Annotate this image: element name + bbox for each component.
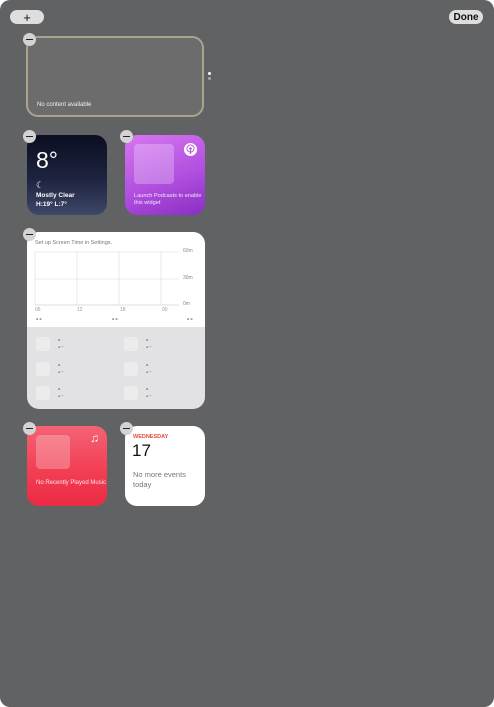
weather-widget[interactable]: 8° ☾ Mostly Clear H:19° L:7° — [27, 135, 107, 215]
app-usage-subtext — [146, 346, 152, 347]
x-tick-label: 18 — [120, 307, 126, 313]
placeholder-widget[interactable]: No content available — [26, 36, 204, 117]
app-usage-subtext — [146, 371, 152, 372]
add-widget-button[interactable]: + — [10, 10, 44, 25]
remove-weather-widget-button[interactable] — [23, 130, 36, 143]
calendar-widget[interactable]: WEDNESDAY 17 No more events today — [125, 426, 205, 506]
app-icon-placeholder — [36, 337, 50, 351]
calendar-message: No more events today — [133, 470, 186, 489]
podcasts-message: Launch Podcasts to enable this widget — [134, 193, 202, 206]
remove-calendar-widget-button[interactable] — [120, 422, 133, 435]
x-tick-label: 06 — [35, 307, 41, 313]
placeholder-widget-text: No content available — [37, 102, 92, 108]
app-usage-value: -- — [58, 362, 61, 376]
music-message: No Recently Played Music — [36, 480, 107, 486]
remove-placeholder-widget-button[interactable] — [23, 33, 36, 46]
x-tick-label: 00 — [162, 307, 168, 313]
done-button[interactable]: Done — [449, 10, 483, 24]
app-usage-value: -- — [58, 386, 61, 400]
x-tick-label: 12 — [77, 307, 83, 313]
remove-podcasts-widget-button[interactable] — [120, 130, 133, 143]
y-tick-label: 30m — [183, 275, 193, 281]
y-tick-label: 0m — [183, 301, 190, 307]
summary-value: -- — [112, 316, 119, 323]
moon-icon: ☾ — [36, 180, 45, 190]
album-artwork-placeholder — [36, 435, 70, 469]
app-usage-value: -- — [58, 337, 61, 351]
app-icon-placeholder — [124, 386, 138, 400]
podcast-artwork-placeholder — [134, 144, 174, 184]
remove-music-widget-button[interactable] — [23, 422, 36, 435]
page-dot — [208, 77, 211, 80]
summary-value: -- — [187, 316, 194, 323]
weather-temperature: 8° — [36, 147, 58, 173]
calendar-weekday: WEDNESDAY — [133, 434, 169, 440]
app-usage-subtext — [58, 346, 64, 347]
screen-time-chart-panel: Set up Screen Time in Settings. 60m 30m … — [27, 232, 205, 327]
app-usage-value: -- — [146, 337, 149, 351]
y-tick-label: 60m — [183, 248, 193, 254]
summary-value: -- — [36, 316, 43, 323]
page-dot-active — [208, 72, 211, 75]
app-usage-subtext — [58, 395, 64, 396]
app-icon-placeholder — [36, 386, 50, 400]
page-dots[interactable] — [208, 72, 211, 82]
remove-screen-time-widget-button[interactable] — [23, 228, 36, 241]
screen-time-widget[interactable]: Set up Screen Time in Settings. 60m 30m … — [27, 232, 205, 409]
weather-condition: Mostly Clear — [36, 192, 75, 199]
podcasts-icon — [184, 143, 197, 156]
app-icon-placeholder — [36, 362, 50, 376]
weather-high-low: H:19° L:7° — [36, 201, 67, 208]
podcasts-widget[interactable]: Launch Podcasts to enable this widget — [125, 135, 205, 215]
screen-time-chart — [34, 251, 179, 306]
app-icon-placeholder — [124, 337, 138, 351]
app-usage-subtext — [58, 371, 64, 372]
widget-edit-screen: + Done No content available 8° ☾ Mostly … — [0, 0, 494, 707]
music-note-icon: ♫ — [90, 431, 99, 445]
music-widget[interactable]: ♫ No Recently Played Music — [27, 426, 107, 506]
app-usage-subtext — [146, 395, 152, 396]
app-icon-placeholder — [124, 362, 138, 376]
app-usage-value: -- — [146, 362, 149, 376]
app-usage-value: -- — [146, 386, 149, 400]
calendar-date: 17 — [132, 441, 151, 460]
